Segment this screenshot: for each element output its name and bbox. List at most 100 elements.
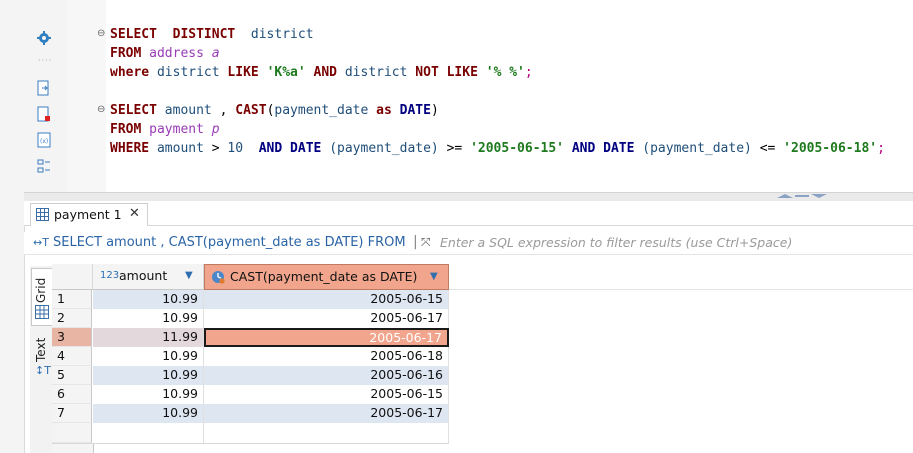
date-type-icon xyxy=(212,271,225,284)
sql-operator: <= xyxy=(759,141,776,156)
sort-arrow-icon[interactable]: ▼ xyxy=(185,264,193,288)
sql-keyword: where xyxy=(110,65,150,80)
grid-divider xyxy=(52,443,449,444)
sql-semicolon: ; xyxy=(524,65,533,80)
sql-punct: ) xyxy=(430,103,439,118)
explain-plan-icon[interactable]: (x) xyxy=(36,132,52,148)
sql-keyword: SELECT xyxy=(110,27,157,42)
sql-string: '% %' xyxy=(485,65,525,80)
column-label: CAST(payment_date as DATE) xyxy=(230,269,418,284)
sql-identifier: district xyxy=(156,65,220,80)
sql-number: 10 xyxy=(227,141,244,156)
gear-icon[interactable] xyxy=(36,30,52,46)
outline-icon[interactable] xyxy=(36,158,52,174)
sql-identifier: (payment_date) xyxy=(329,141,439,156)
sql-string: '2005-06-15' xyxy=(470,141,564,156)
tab-grid[interactable]: Grid xyxy=(31,268,53,326)
tab-grid-label: Grid xyxy=(34,277,48,303)
row-number-header xyxy=(52,264,93,290)
sql-table: payment xyxy=(149,122,204,137)
row-number[interactable]: 5 xyxy=(52,366,92,385)
sql-keyword: FROM xyxy=(110,46,142,61)
row-number-empty xyxy=(52,423,92,443)
tab-label: payment 1 xyxy=(54,207,122,222)
column-header-amount[interactable]: 123 amount ▼ xyxy=(93,264,204,290)
sort-arrow-icon[interactable]: ▼ xyxy=(430,265,438,289)
row-number[interactable]: 1 xyxy=(52,290,92,309)
cell-date[interactable]: 2005-06-17 xyxy=(204,404,449,423)
cell-date-selected[interactable]: 2005-06-17 xyxy=(204,328,449,347)
cell-date[interactable]: 2005-06-15 xyxy=(204,290,449,309)
close-icon[interactable]: ✕ xyxy=(129,206,140,221)
svg-text:(x): (x) xyxy=(40,138,48,145)
code-line: FROM address a xyxy=(110,46,220,62)
execute-script-icon[interactable] xyxy=(36,80,52,96)
numeric-type-badge: 123 xyxy=(100,270,120,281)
sql-keyword: LIKE xyxy=(227,65,259,80)
sql-identifier: district xyxy=(250,27,314,42)
left-rail xyxy=(0,0,25,453)
cell-date[interactable]: 2005-06-18 xyxy=(204,347,449,366)
sql-keyword: DISTINCT xyxy=(172,27,236,42)
filter-query-text[interactable]: SELECT amount , CAST(payment_date as DAT… xyxy=(53,235,406,250)
column-label: amount xyxy=(119,268,168,283)
code-line: where district LIKE 'K%a' AND district N… xyxy=(110,65,533,81)
sql-function: DATE xyxy=(603,141,635,156)
cell-amount[interactable]: 11.99 xyxy=(93,328,204,347)
cell-amount[interactable]: 10.99 xyxy=(93,385,204,404)
cell-amount[interactable]: 10.99 xyxy=(93,404,204,423)
grid-icon xyxy=(35,305,49,319)
empty-header-area xyxy=(449,264,913,290)
cell-date[interactable]: 2005-06-17 xyxy=(204,309,449,328)
cell-amount[interactable]: 10.99 xyxy=(93,309,204,328)
table-icon xyxy=(36,208,49,221)
sql-operator: > xyxy=(211,141,220,156)
sql-identifier: amount xyxy=(164,103,212,118)
sql-identifier: (payment_date) xyxy=(642,141,752,156)
toolbar-separator: ···· xyxy=(38,56,53,65)
tab-text-label: Text xyxy=(34,337,48,362)
tab-text[interactable]: Text ↕T xyxy=(31,328,51,384)
results-tabbar xyxy=(24,201,913,226)
sql-keyword: WHERE xyxy=(110,141,150,156)
cell-amount[interactable]: 10.99 xyxy=(93,347,204,366)
row-number-selected[interactable]: 3 xyxy=(52,328,92,347)
sql-punct: , xyxy=(219,103,228,118)
row-number[interactable]: 4 xyxy=(52,347,92,366)
cell-date[interactable]: 2005-06-16 xyxy=(204,366,449,385)
code-line: SELECT amount , CAST(payment_date as DAT… xyxy=(110,103,439,119)
sql-operator: >= xyxy=(446,141,463,156)
sql-keyword: AND xyxy=(258,141,283,156)
sql-alias: p xyxy=(211,122,220,137)
sql-keyword: as xyxy=(376,103,392,118)
column-header-cast-date[interactable]: CAST(payment_date as DATE) ▼ xyxy=(204,264,449,290)
sql-semicolon: ; xyxy=(877,141,885,156)
filter-input[interactable]: Enter a SQL expression to filter results… xyxy=(440,235,792,250)
text-mode-icon: ↕T xyxy=(35,364,51,377)
sql-keyword: SELECT xyxy=(110,103,157,118)
fold-marker[interactable]: ⊖ xyxy=(97,28,105,39)
sql-string: 'K%a' xyxy=(266,65,306,80)
sql-keyword: AND xyxy=(313,65,338,80)
cell-empty xyxy=(204,423,449,443)
code-line: WHERE amount > 10 AND DATE (payment_date… xyxy=(110,141,885,157)
new-script-icon[interactable] xyxy=(36,106,52,122)
cell-date[interactable]: 2005-06-15 xyxy=(204,385,449,404)
expand-filter-icon[interactable]: ⤧ xyxy=(421,235,431,250)
sql-alias: a xyxy=(211,46,220,61)
fold-marker[interactable]: ⊖ xyxy=(97,104,105,115)
sql-keyword: LIKE xyxy=(446,65,478,80)
row-number[interactable]: 2 xyxy=(52,309,92,328)
sql-function: CAST xyxy=(235,103,267,118)
row-number[interactable]: 7 xyxy=(52,404,92,423)
tab-payment-1[interactable]: payment 1 ✕ xyxy=(30,203,148,226)
sql-keyword: NOT xyxy=(415,65,439,80)
sql-function: DATE xyxy=(290,141,322,156)
row-number[interactable]: 6 xyxy=(52,385,92,404)
splitter-grip-icon[interactable] xyxy=(775,194,829,198)
sql-query-icon: ↔T xyxy=(33,236,49,249)
code-line: SELECT DISTINCT district xyxy=(110,27,314,43)
cell-empty xyxy=(93,423,204,443)
cell-amount[interactable]: 10.99 xyxy=(93,290,204,309)
cell-amount[interactable]: 10.99 xyxy=(93,366,204,385)
